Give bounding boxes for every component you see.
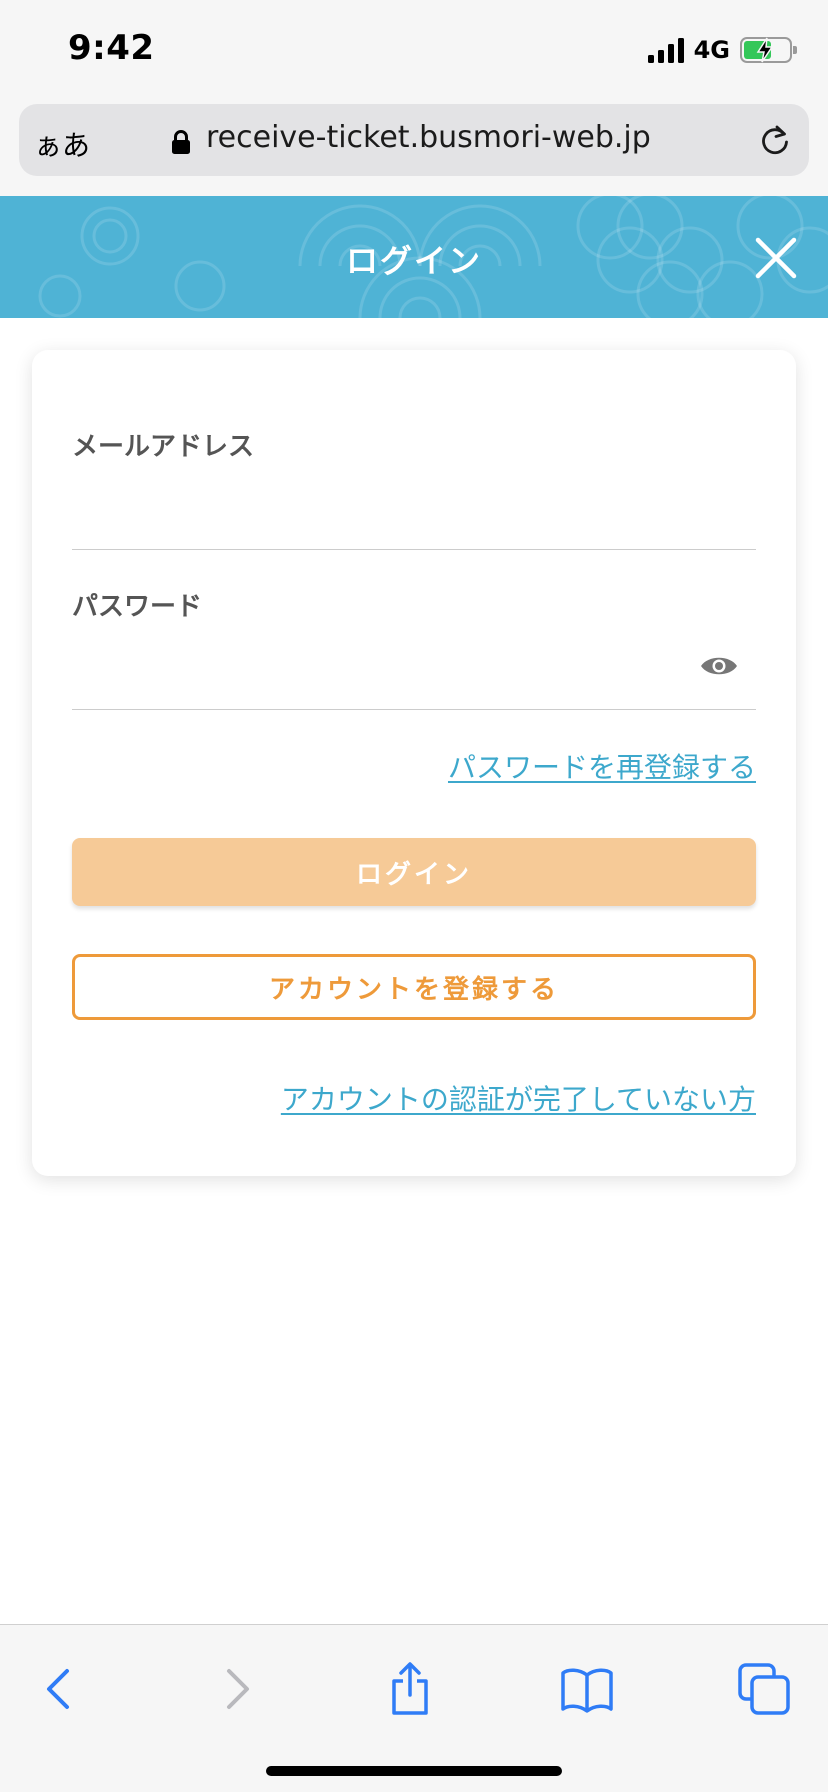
battery-cap [793,46,797,54]
lock-icon [172,130,190,154]
login-button[interactable]: ログイン [72,838,756,906]
forward-icon[interactable] [208,1661,264,1717]
browser-address-area: ぁあ receive-ticket.busmori-web.jp [0,96,828,196]
back-icon[interactable] [32,1661,88,1717]
eye-icon[interactable] [700,652,738,680]
url-text[interactable]: receive-ticket.busmori-web.jp [206,120,651,155]
password-label: パスワード [72,592,203,622]
battery-icon [740,37,797,63]
unverified-account-link[interactable]: アカウントの認証が完了していない方 [281,1078,756,1118]
screen: 9:42 4G ぁあ receive-ticket.busmori-web.jp [0,0,828,1792]
charging-icon [756,37,774,63]
close-icon[interactable] [754,236,798,280]
tabs-icon[interactable] [736,1661,792,1717]
signal-icon [647,37,684,63]
reset-password-link[interactable]: パスワードを再登録する [448,746,756,786]
status-indicators: 4G [647,34,797,66]
address-bar[interactable]: ぁあ receive-ticket.busmori-web.jp [19,104,809,176]
login-card: メールアドレス パスワード パスワードを再登録する ログイン アカウントを登録す… [32,350,796,1176]
home-indicator [266,1766,562,1776]
bookmarks-icon[interactable] [559,1661,615,1717]
email-label: メールアドレス [72,432,255,462]
status-time: 9:42 [68,28,155,68]
email-field[interactable] [72,494,756,550]
password-underline [72,709,756,710]
network-label: 4G [693,36,730,64]
share-icon[interactable] [382,1661,438,1717]
password-field[interactable] [72,654,682,710]
register-account-button[interactable]: アカウントを登録する [72,954,756,1020]
page-header: ログイン [0,196,828,318]
page-title: ログイン [345,242,482,280]
text-size-button[interactable]: ぁあ [34,124,90,164]
reload-icon[interactable] [757,122,793,158]
status-bar: 9:42 4G [0,0,828,96]
